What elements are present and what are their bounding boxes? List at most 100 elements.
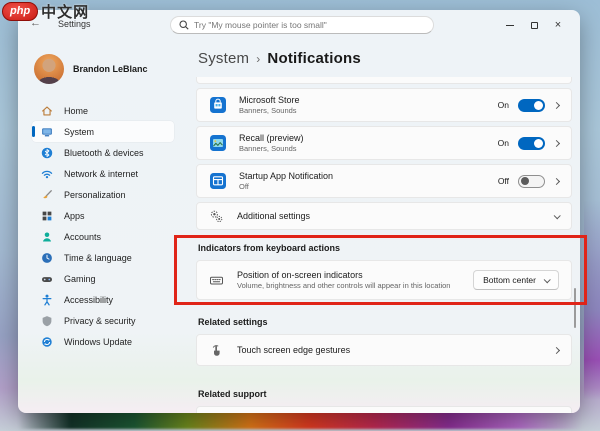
section-header-related-settings: Related settings [198, 317, 268, 327]
chevron-right-icon [552, 139, 561, 147]
sidebar-item-label: Time & language [64, 252, 132, 263]
person-icon [40, 230, 54, 244]
sidebar-item-label: Gaming [64, 273, 96, 284]
sidebar-item-network[interactable]: Network & internet [32, 163, 174, 184]
maximize-button[interactable] [522, 10, 546, 40]
sidebar-item-label: Accessibility [64, 294, 114, 305]
startup-app-icon [210, 173, 226, 189]
apps-grid-icon [40, 209, 54, 223]
user-profile[interactable]: Brandon LeBlanc [34, 54, 184, 84]
settings-window: ← Settings × Brandon LeBlanc Home [18, 10, 580, 413]
minimize-icon [506, 24, 514, 26]
sidebar-item-label: Apps [64, 210, 85, 221]
sidebar-item-accounts[interactable]: Accounts [32, 226, 174, 247]
onscreen-indicators-card[interactable]: Position of on-screen indicators Volume,… [196, 260, 572, 300]
card-subtitle: Off [239, 182, 249, 192]
toggle-state-label: Off [497, 176, 509, 186]
notification-toggle[interactable] [518, 98, 545, 112]
recall-icon [210, 135, 226, 151]
card-title: Startup App Notification [239, 170, 334, 181]
sidebar-item-label: System [64, 126, 95, 137]
system-icon [40, 125, 54, 139]
sidebar-item-gaming[interactable]: Gaming [32, 268, 174, 289]
section-header-keyboard-indicators: Indicators from keyboard actions [198, 243, 341, 253]
sidebar-item-privacy[interactable]: Privacy & security [32, 310, 174, 331]
card-title: Microsoft Store [239, 94, 300, 105]
wallpaper-edge-streak [584, 200, 600, 400]
window-body: Brandon LeBlanc Home System Bluetooth & … [18, 40, 580, 413]
window-controls: × [498, 10, 570, 40]
sidebar-item-label: Bluetooth & devices [64, 147, 144, 158]
chevron-right-icon [552, 346, 561, 354]
card-subtitle: Banners, Sounds [239, 106, 297, 116]
breadcrumb-system[interactable]: System [198, 50, 249, 67]
card-subtitle: Volume, brightness and other controls wi… [237, 281, 451, 291]
notification-toggle[interactable] [518, 174, 545, 188]
gamepad-icon [40, 272, 54, 286]
sidebar-item-personalization[interactable]: Personalization [32, 184, 174, 205]
partial-scrolled-card [196, 77, 572, 84]
brush-icon [40, 188, 54, 202]
sidebar-item-home[interactable]: Home [32, 100, 174, 121]
sidebar: Brandon LeBlanc Home System Bluetooth & … [18, 40, 184, 413]
touch-gestures-card[interactable]: Touch screen edge gestures [196, 334, 572, 366]
section-header-related-support: Related support [198, 389, 267, 399]
microsoft-store-icon [210, 97, 226, 113]
breadcrumb: System › Notifications [198, 50, 572, 67]
maximize-icon [530, 21, 538, 29]
update-icon [40, 335, 54, 349]
accessibility-icon [40, 293, 54, 307]
position-dropdown[interactable]: Bottom center [473, 270, 559, 290]
sidebar-item-windows-update[interactable]: Windows Update [32, 331, 174, 352]
sidebar-item-label: Personalization [64, 189, 126, 200]
search-input[interactable] [194, 20, 425, 30]
sidebar-item-label: Home [64, 105, 89, 116]
chevron-down-icon [553, 211, 561, 219]
help-from-web-card[interactable]: Help from the web [196, 406, 572, 413]
sidebar-item-apps[interactable]: Apps [32, 205, 174, 226]
avatar [34, 54, 64, 84]
bluetooth-icon [40, 146, 54, 160]
sidebar-item-label: Network & internet [64, 168, 139, 179]
clock-globe-icon [40, 251, 54, 265]
sidebar-item-label: Privacy & security [64, 315, 136, 326]
gears-icon [210, 210, 223, 222]
card-title: Position of on-screen indicators [237, 269, 363, 280]
sidebar-item-label: Windows Update [64, 336, 133, 347]
close-button[interactable]: × [546, 10, 570, 40]
sidebar-item-accessibility[interactable]: Accessibility [32, 289, 174, 310]
scrollbar-thumb[interactable] [574, 288, 576, 328]
dropdown-value: Bottom center [483, 275, 536, 285]
toggle-state-label: On [497, 100, 509, 110]
sidebar-item-bluetooth[interactable]: Bluetooth & devices [32, 142, 174, 163]
notification-card-microsoft-store[interactable]: Microsoft Store Banners, Sounds On [196, 88, 572, 122]
card-title: Additional settings [237, 211, 311, 221]
card-title: Touch screen edge gestures [237, 345, 351, 355]
touch-icon [212, 344, 220, 356]
sidebar-item-time-language[interactable]: Time & language [32, 247, 174, 268]
toggle-state-label: On [497, 138, 509, 148]
main-content: System › Notifications Microsoft Store Ban… [184, 40, 580, 413]
watermark-site-name: 中文网 [41, 4, 90, 21]
notification-card-recall[interactable]: Recall (preview) Banners, Sounds On [196, 126, 572, 160]
minimize-button[interactable] [498, 10, 522, 40]
search-box[interactable] [170, 16, 434, 34]
shield-icon [40, 314, 54, 328]
desktop-background: ← Settings × Brandon LeBlanc Home [0, 0, 600, 431]
sidebar-item-system[interactable]: System [32, 121, 174, 142]
notification-card-startup-app[interactable]: Startup App Notification Off Off [196, 164, 572, 198]
titlebar: ← Settings × [18, 10, 580, 40]
card-title: Recall (preview) [239, 132, 304, 143]
card-subtitle: Banners, Sounds [239, 144, 297, 154]
page-title: Notifications [267, 50, 361, 67]
php-logo: php [2, 2, 39, 21]
additional-settings-card[interactable]: Additional settings [196, 202, 572, 230]
php-watermark: php 中文网 [2, 1, 89, 22]
sidebar-item-label: Accounts [64, 231, 102, 242]
chevron-down-icon [543, 275, 551, 283]
chevron-right-icon [552, 101, 561, 109]
user-name: Brandon LeBlanc [73, 64, 148, 74]
home-icon [40, 104, 54, 118]
notification-toggle[interactable] [518, 136, 545, 150]
wifi-icon [40, 167, 54, 181]
